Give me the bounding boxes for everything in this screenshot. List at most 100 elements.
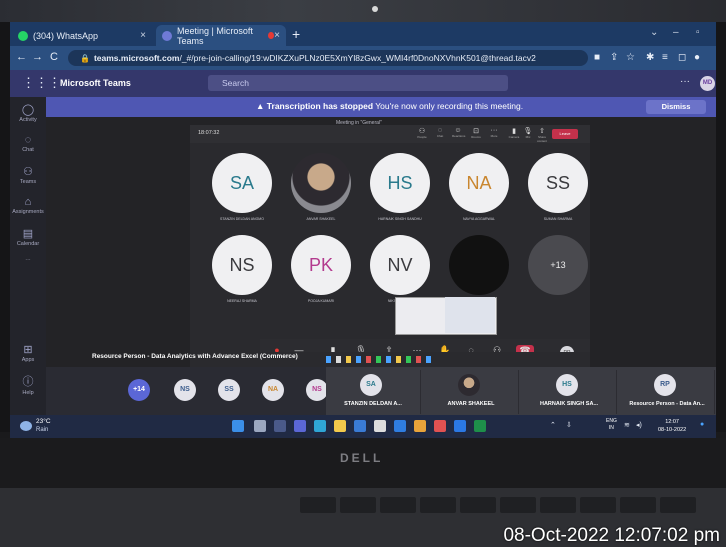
more-participants-chip[interactable]: +14 <box>128 379 150 401</box>
bookmark-star-icon[interactable]: ☆ <box>626 52 635 63</box>
mic-icon[interactable]: 🎙 Mic <box>522 127 534 139</box>
leave-button[interactable]: Leave <box>552 129 578 139</box>
close-icon[interactable]: × <box>140 30 146 41</box>
rail-item-help[interactable]: ⓘ Help <box>10 373 46 396</box>
participant-chip[interactable]: NA <box>262 379 284 401</box>
participant-chip[interactable]: NS <box>306 379 328 401</box>
participant-card[interactable]: HS HARNAIK SINGH SA... <box>522 370 617 414</box>
tab-whatsapp[interactable]: (304) WhatsApp × <box>12 25 152 46</box>
reactions-icon[interactable]: ☺ Reactions <box>452 127 465 138</box>
chat-icon[interactable]: ◌ Chat <box>434 127 446 138</box>
taskbar-app-icon[interactable] <box>396 356 401 363</box>
tab-teams-meeting[interactable]: Meeting | Microsoft Teams × <box>156 25 286 46</box>
taskbar-app-icon[interactable] <box>406 356 411 363</box>
taskbar-app-icon[interactable] <box>376 356 381 363</box>
close-icon[interactable]: × <box>274 30 280 41</box>
tray-chevron-icon[interactable]: ⌃ <box>550 421 556 429</box>
taskbar-app-icon[interactable] <box>426 356 431 363</box>
reading-list-icon[interactable]: ≡ <box>662 52 668 63</box>
more-icon[interactable]: ··· More <box>488 127 500 138</box>
taskbar-app-icon[interactable] <box>386 356 391 363</box>
wall-light-dot <box>372 6 378 12</box>
restore-icon[interactable]: ▫ <box>696 27 700 38</box>
rail-more-button[interactable]: ··· <box>10 257 46 263</box>
taskbar-app-icon[interactable] <box>326 356 331 363</box>
teams-app-rail: ◯ Activity ◌ Chat ⚇ Teams ⌂ Assignments … <box>10 97 46 418</box>
back-arrow-icon[interactable]: ← <box>16 51 27 63</box>
chevron-down-icon[interactable]: ⌄ <box>650 27 658 38</box>
volume-icon[interactable]: ◂) <box>636 421 642 429</box>
participant-card[interactable]: ANVAR SHAKEEL <box>424 370 519 414</box>
chrome-icon[interactable] <box>414 420 426 432</box>
more-options-icon[interactable]: ··· <box>680 76 690 87</box>
url-domain: teams.microsoft.com <box>93 53 180 63</box>
rooms-icon[interactable]: ⊡ Rooms <box>470 127 482 139</box>
overlapping-mini-window-2[interactable] <box>445 297 495 333</box>
excel-icon[interactable] <box>474 420 486 432</box>
app-icon[interactable] <box>434 420 446 432</box>
url-field[interactable]: 🔒 teams.microsoft.com/_#/pre-join-calling… <box>68 50 588 66</box>
new-tab-button[interactable]: + <box>292 26 300 42</box>
store-icon[interactable] <box>394 420 406 432</box>
share-icon[interactable]: ⇪ <box>610 52 618 63</box>
app-launcher-icon[interactable]: ⋮⋮⋮ <box>22 75 61 91</box>
forward-arrow-icon[interactable]: → <box>32 51 43 63</box>
mail-icon[interactable] <box>354 420 366 432</box>
dismiss-button[interactable]: Dismiss <box>646 100 706 114</box>
taskbar-app-icon[interactable] <box>336 356 341 363</box>
taskbar-app-icon[interactable] <box>356 356 361 363</box>
search-input[interactable]: Search <box>208 75 508 91</box>
wifi-icon[interactable]: ≋ <box>624 421 630 429</box>
rail-label: Help <box>22 390 34 396</box>
file-explorer-icon[interactable] <box>334 420 346 432</box>
participant-name: STANZIN DELDAN ANGMO <box>220 217 264 221</box>
word-icon[interactable] <box>454 420 466 432</box>
windows-start-icon[interactable] <box>232 420 244 432</box>
browser-address-bar: ← → C 🔒 teams.microsoft.com/_#/pre-join-c… <box>10 46 716 70</box>
rail-item-calendar[interactable]: ▤ Calendar <box>10 227 46 247</box>
edge-icon[interactable] <box>314 420 326 432</box>
participant-name: POOJA KUMARI <box>307 299 335 303</box>
profile-icon[interactable]: ● <box>694 52 700 63</box>
camera-icon[interactable]: ▮ Camera <box>508 127 520 139</box>
share-content-icon[interactable]: ⇧ Share content <box>536 127 548 143</box>
task-view-icon[interactable] <box>274 420 286 432</box>
app-icon[interactable] <box>374 420 386 432</box>
more-participants-tile[interactable]: +13 <box>528 235 588 295</box>
participant-card[interactable]: SA STANZIN DELDAN A... <box>326 370 421 414</box>
laptop-screen: (304) WhatsApp × Meeting | Microsoft Tea… <box>10 22 716 438</box>
participant-tile: SS <box>528 153 588 213</box>
participant-tile-video-off <box>449 235 509 295</box>
people-icon[interactable]: ⚇ People <box>416 127 428 139</box>
rail-label: Chat <box>22 147 34 153</box>
taskbar-app-icon[interactable] <box>416 356 421 363</box>
url-path: /_#/pre-join-calling/19:wDIKZXuPLNz0E5Xm… <box>179 53 536 63</box>
teams-chat-icon[interactable] <box>294 420 306 432</box>
participant-photo-avatar <box>458 374 480 396</box>
search-icon[interactable] <box>254 420 266 432</box>
tray-icon[interactable]: ⇩ <box>566 421 572 429</box>
reload-icon[interactable]: C <box>50 51 58 63</box>
lock-icon: 🔒 <box>80 54 90 63</box>
avatar[interactable]: MD <box>700 76 715 91</box>
rail-item-chat[interactable]: ◌ Chat <box>10 134 46 153</box>
side-panel-icon[interactable]: ◻ <box>678 52 686 63</box>
windows-taskbar: 23°C Rain ⌃ ⇩ ENG IN ≋ ◂) 12:07 08-10-20… <box>10 415 716 438</box>
cast-icon[interactable]: ■ <box>594 52 600 63</box>
language-indicator[interactable]: ENG IN <box>606 418 617 432</box>
rail-item-activity[interactable]: ◯ Activity <box>10 103 46 123</box>
rail-item-assignments[interactable]: ⌂ Assignments <box>10 196 46 215</box>
participant-name: NEERAJ SHARMA <box>227 299 257 303</box>
rail-item-teams[interactable]: ⚇ Teams <box>10 165 46 185</box>
inner-toolbar: 18:07:32 ⚇ People ◌ Chat ☺ Reactions ⊡ Rooms… <box>190 125 590 143</box>
taskbar-clock[interactable]: 12:07 08-10-2022 <box>658 418 686 434</box>
rail-item-apps[interactable]: ⊞ Apps <box>10 343 46 363</box>
taskbar-app-icon[interactable] <box>366 356 371 363</box>
extensions-icon[interactable]: ✱ <box>646 52 654 63</box>
minimize-icon[interactable]: – <box>673 27 679 38</box>
taskbar-app-icon[interactable] <box>346 356 351 363</box>
participant-chip[interactable]: NS <box>174 379 196 401</box>
participant-chip[interactable]: SS <box>218 379 240 401</box>
participant-card[interactable]: RP Resource Person - Data An... <box>620 370 715 414</box>
notification-icon[interactable]: ● <box>700 421 704 428</box>
